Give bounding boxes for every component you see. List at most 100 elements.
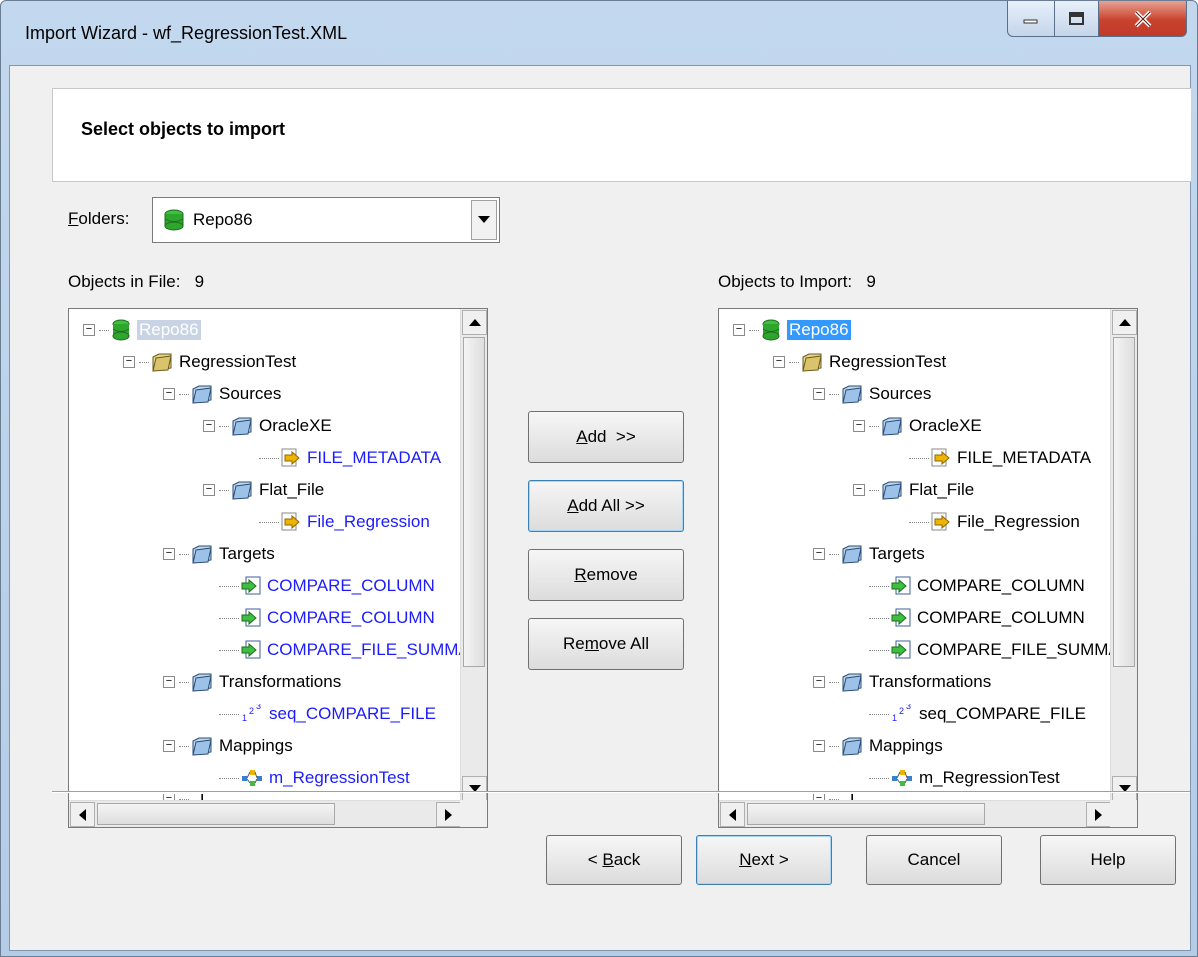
folders-dropdown[interactable]: Repo86: [152, 197, 500, 243]
scroll-right-button[interactable]: [1086, 802, 1111, 827]
target-arrow-icon: [241, 640, 261, 659]
source-arrow-icon: [281, 448, 300, 467]
tree-node-target-compare-file[interactable]: COMPARE_FILE_SUMMARY: [869, 636, 1112, 664]
tree-node-mappings[interactable]: − Mappings: [813, 732, 943, 760]
tree-node-sources[interactable]: − Sources: [813, 380, 931, 408]
tree-node-sources[interactable]: − Sources: [163, 380, 281, 408]
tree-node-mappings[interactable]: − Mappings: [163, 732, 293, 760]
target-arrow-icon: [891, 640, 911, 659]
maximize-button[interactable]: [1055, 1, 1099, 37]
folder-blue-icon: [192, 673, 212, 692]
tree-node-folder[interactable]: − RegressionTest: [123, 348, 296, 376]
source-arrow-icon: [931, 512, 950, 531]
horizontal-scroll-thumb[interactable]: [747, 803, 985, 825]
tree-node-source-file-regression[interactable]: File_Regression: [909, 508, 1080, 536]
database-icon: [112, 319, 130, 341]
triangle-up-icon: [468, 318, 481, 326]
target-arrow-icon: [241, 576, 261, 595]
tree-node-target-compare-file[interactable]: COMPARE_FILE_SUMMARY: [219, 636, 462, 664]
tree-node-flat-file[interactable]: − Flat_File: [853, 476, 974, 504]
svg-text:2: 2: [899, 706, 904, 716]
add-all-button[interactable]: Add All >>: [528, 480, 684, 532]
close-icon: [1134, 10, 1151, 27]
vertical-scrollbar[interactable]: [1110, 309, 1137, 802]
tree-node-target-compare-column-1[interactable]: COMPARE_COLUMN: [869, 572, 1085, 600]
cancel-button[interactable]: Cancel: [866, 835, 1002, 885]
dropdown-arrow-button[interactable]: [471, 200, 497, 240]
folder-blue-icon: [842, 737, 862, 756]
tree-node-folder[interactable]: − RegressionTest: [773, 348, 946, 376]
vertical-scroll-thumb[interactable]: [1113, 337, 1135, 667]
folder-blue-icon: [842, 385, 862, 404]
triangle-right-icon: [1094, 808, 1102, 821]
folder-blue-icon: [842, 673, 862, 692]
title-bar[interactable]: Import Wizard - wf_RegressionTest.XML: [1, 1, 1197, 65]
tree-node-target-compare-column-2[interactable]: COMPARE_COLUMN: [219, 604, 435, 632]
tree-node-targets[interactable]: − Targets: [813, 540, 925, 568]
minimize-icon: [1023, 19, 1038, 23]
folder-blue-icon: [192, 545, 212, 564]
horizontal-scroll-thumb[interactable]: [97, 803, 335, 825]
tree-node-sequence[interactable]: 123 seq_COMPARE_FILE: [869, 700, 1086, 728]
back-button[interactable]: < Back: [546, 835, 682, 885]
tree-node-oraclexe[interactable]: − OracleXE: [853, 412, 982, 440]
scroll-up-button[interactable]: [462, 310, 487, 335]
maximize-icon: [1068, 11, 1084, 25]
tree-node-source-file-metadata[interactable]: FILE_METADATA: [259, 444, 441, 472]
scroll-up-button[interactable]: [1112, 310, 1137, 335]
tree-node-repo[interactable]: − Repo86: [83, 316, 201, 344]
tree-node-target-compare-column-2[interactable]: COMPARE_COLUMN: [869, 604, 1085, 632]
close-button[interactable]: [1099, 1, 1187, 37]
tree-node-sequence[interactable]: 123 seq_COMPARE_FILE: [219, 700, 436, 728]
scroll-right-button[interactable]: [436, 802, 461, 827]
folder-blue-icon: [882, 481, 902, 500]
remove-all-button[interactable]: Re m ove All: [528, 618, 684, 670]
triangle-up-icon: [1118, 318, 1131, 326]
objects-to-import-tree[interactable]: − Repo86 − RegressionTest − Sources − Or…: [718, 308, 1138, 828]
tree-node-source-file-regression[interactable]: File_Regression: [259, 508, 430, 536]
folder-blue-icon: [232, 481, 252, 500]
tree-node-repo[interactable]: − Repo86: [733, 316, 851, 344]
tree-viewport: − Repo86 − RegressionTest − Sources − Or…: [69, 309, 462, 802]
tree-node-oraclexe[interactable]: − OracleXE: [203, 412, 332, 440]
sequence-generator-icon: 12 3: [242, 704, 261, 723]
triangle-right-icon: [444, 808, 452, 821]
scroll-corner: [1110, 800, 1137, 827]
scroll-left-button[interactable]: [720, 802, 745, 827]
folders-selected-value: Repo86: [193, 210, 253, 229]
tree-node-target-compare-column-1[interactable]: COMPARE_COLUMN: [219, 572, 435, 600]
horizontal-scrollbar[interactable]: [69, 800, 462, 827]
tree-node-flat-file[interactable]: − Flat_File: [203, 476, 324, 504]
horizontal-scrollbar[interactable]: [719, 800, 1112, 827]
collapse-toggle[interactable]: −: [83, 324, 95, 336]
scroll-down-button[interactable]: [1112, 776, 1137, 801]
page-title: Select objects to import: [81, 119, 286, 139]
tree-node-mapping[interactable]: m_RegressionTest: [869, 764, 1060, 792]
tree-node-transformations[interactable]: − Transformations: [163, 668, 341, 696]
tree-node-transformations[interactable]: − Transformations: [813, 668, 991, 696]
vertical-scroll-thumb[interactable]: [463, 337, 485, 667]
window-controls: [1007, 1, 1187, 37]
target-arrow-icon: [891, 576, 911, 595]
svg-text:3: 3: [906, 704, 911, 711]
scroll-left-button[interactable]: [70, 802, 95, 827]
next-button[interactable]: Next >: [696, 835, 832, 885]
source-arrow-icon: [931, 448, 950, 467]
svg-text:3: 3: [256, 704, 261, 711]
add-button[interactable]: Add >>: [528, 411, 684, 463]
folder-open-icon: [802, 353, 822, 372]
objects-in-file-count: 9: [194, 272, 205, 291]
footer-separator: [52, 791, 1190, 793]
tree-node-targets[interactable]: − Targets: [163, 540, 275, 568]
scroll-down-button[interactable]: [462, 776, 487, 801]
folder-open-icon: [152, 353, 172, 372]
tree-node-mapping[interactable]: m_RegressionTest: [219, 764, 410, 792]
tree-node-source-file-metadata[interactable]: FILE_METADATA: [909, 444, 1091, 472]
collapse-toggle[interactable]: −: [123, 356, 135, 368]
objects-in-file-tree[interactable]: − Repo86 − RegressionTest − Sources − Or…: [68, 308, 488, 828]
vertical-scrollbar[interactable]: [460, 309, 487, 802]
minimize-button[interactable]: [1007, 1, 1055, 37]
help-button[interactable]: Help: [1040, 835, 1176, 885]
folder-blue-icon: [192, 385, 212, 404]
remove-button[interactable]: Remove: [528, 549, 684, 601]
